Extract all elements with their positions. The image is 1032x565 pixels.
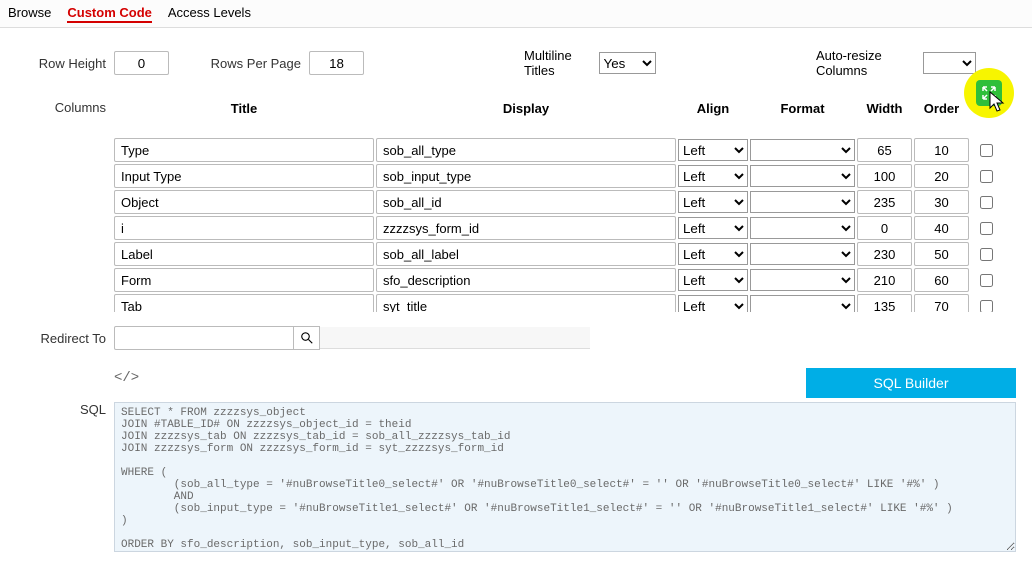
cell-select-checkbox[interactable] [980,144,993,157]
tab-custom-code[interactable]: Custom Code [67,4,152,23]
col-header-order: Order [914,99,969,118]
cell-title-input[interactable] [114,190,374,214]
cell-width-input[interactable] [857,242,912,266]
cell-order-input[interactable] [914,268,969,292]
rows-per-page-label: Rows Per Page [209,56,309,71]
rows-per-page-input[interactable] [309,51,364,75]
cell-order-input[interactable] [914,242,969,266]
cell-select-checkbox[interactable] [980,248,993,261]
cell-title-input[interactable] [114,216,374,240]
cell-align-select[interactable]: Left [678,295,748,312]
cell-display-input[interactable] [376,164,676,188]
cell-format-select[interactable] [750,139,855,161]
cell-format-select[interactable] [750,269,855,291]
cell-width-input[interactable] [857,268,912,292]
redirect-to-label: Redirect To [16,331,114,346]
sql-builder-button[interactable]: SQL Builder [806,368,1016,398]
settings-row: Row Height Rows Per Page Multiline Title… [16,48,1016,78]
table-row: Left [114,137,999,163]
code-icon: </> [114,368,139,392]
cell-format-select[interactable] [750,191,855,213]
tab-access-levels[interactable]: Access Levels [168,4,251,23]
sql-textarea[interactable] [114,402,1016,552]
col-header-title: Title [114,99,374,118]
tab-bar: Browse Custom Code Access Levels [0,0,1032,28]
table-row: Left [114,215,999,241]
cell-display-input[interactable] [376,190,676,214]
cell-width-input[interactable] [857,138,912,162]
redirect-to-input[interactable] [114,326,294,350]
sql-label: SQL [16,368,114,555]
multiline-titles-label: Multiline Titles [524,48,599,78]
cell-select-checkbox[interactable] [980,170,993,183]
tab-browse[interactable]: Browse [8,4,51,23]
cursor-pointer-icon [988,90,1006,112]
search-icon [301,332,313,344]
cell-title-input[interactable] [114,164,374,188]
action-highlight-circle [964,68,1014,118]
col-header-width: Width [857,99,912,118]
cell-title-input[interactable] [114,242,374,266]
cell-width-input[interactable] [857,190,912,214]
cell-title-input[interactable] [114,138,374,162]
cell-title-input[interactable] [114,268,374,292]
columns-header-row: Title Display Align Format Width Order [114,98,1016,119]
cell-format-select[interactable] [750,243,855,265]
auto-resize-label: Auto-resize Columns [816,48,923,78]
columns-grid: Title Display Align Format Width Order L… [114,98,1016,312]
cell-order-input[interactable] [914,164,969,188]
cell-title-input[interactable] [114,294,374,312]
cell-select-checkbox[interactable] [980,300,993,313]
columns-body-scroll[interactable]: Left Left Left Left Left Left Left [114,137,999,312]
cell-align-select[interactable]: Left [678,139,748,161]
auto-resize-select[interactable] [923,52,976,74]
redirect-description [320,327,590,349]
cell-order-input[interactable] [914,294,969,312]
cell-width-input[interactable] [857,216,912,240]
cell-display-input[interactable] [376,294,676,312]
cell-format-select[interactable] [750,165,855,187]
cell-width-input[interactable] [857,294,912,312]
table-row: Left [114,293,999,312]
columns-label: Columns [16,98,114,312]
cell-select-checkbox[interactable] [980,274,993,287]
cell-order-input[interactable] [914,190,969,214]
table-row: Left [114,241,999,267]
cell-align-select[interactable]: Left [678,269,748,291]
cell-select-checkbox[interactable] [980,196,993,209]
cell-align-select[interactable]: Left [678,243,748,265]
col-header-format: Format [750,99,855,118]
row-height-input[interactable] [114,51,169,75]
cell-display-input[interactable] [376,242,676,266]
col-header-display: Display [376,99,676,118]
col-header-align: Align [678,99,748,118]
cell-display-input[interactable] [376,138,676,162]
cell-order-input[interactable] [914,216,969,240]
cell-format-select[interactable] [750,295,855,312]
cell-select-checkbox[interactable] [980,222,993,235]
cell-align-select[interactable]: Left [678,217,748,239]
multiline-titles-select[interactable]: Yes [599,52,656,74]
cell-format-select[interactable] [750,217,855,239]
cell-display-input[interactable] [376,216,676,240]
cell-width-input[interactable] [857,164,912,188]
table-row: Left [114,189,999,215]
table-row: Left [114,267,999,293]
table-row: Left [114,163,999,189]
redirect-lookup-button[interactable] [294,326,320,350]
cell-align-select[interactable]: Left [678,191,748,213]
cell-order-input[interactable] [914,138,969,162]
row-height-label: Row Height [16,56,114,71]
cell-align-select[interactable]: Left [678,165,748,187]
cell-display-input[interactable] [376,268,676,292]
